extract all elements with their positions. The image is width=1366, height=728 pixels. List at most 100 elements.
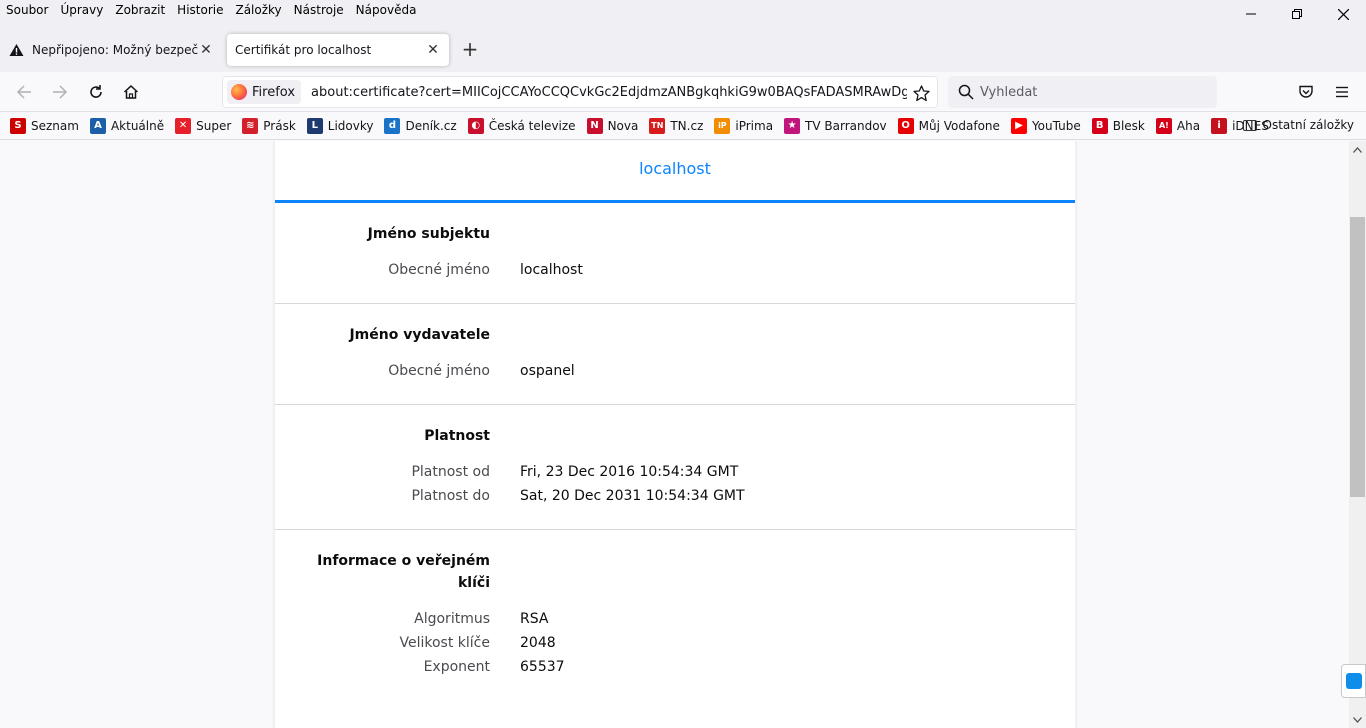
bookmark-tn-cz[interactable]: TN TN.cz — [649, 117, 703, 134]
menu-tools[interactable]: Nástroje — [288, 0, 350, 17]
menu-view[interactable]: Zobrazit — [109, 0, 171, 17]
tab-close-button[interactable]: ✕ — [198, 42, 214, 58]
bookmark-favicon-icon: S — [10, 117, 26, 134]
menu-file[interactable]: Soubor — [0, 0, 54, 17]
field-row: Velikost klíče 2048 — [275, 632, 1075, 654]
scroll-thumb[interactable] — [1350, 217, 1365, 497]
vertical-scrollbar[interactable] — [1349, 141, 1366, 728]
url-bar[interactable]: Firefox about:certificate?cert=MIICojCCA… — [222, 76, 938, 108]
tab-title: Certifikát pro localhost — [235, 43, 372, 57]
bookmark-esk-televize[interactable]: ◐ Česká televize — [467, 117, 576, 134]
bookmark-favicon-icon: d — [384, 117, 401, 134]
bookmark-label: Super — [196, 118, 232, 133]
bookmark-favicon-icon: N — [586, 117, 603, 134]
bookmark-blesk[interactable]: B Blesk — [1091, 117, 1145, 134]
bookmark-youtube[interactable]: ▶ YouTube — [1010, 117, 1081, 134]
field-row: Obecné jméno localhost — [275, 259, 1075, 281]
identity-label: Firefox — [252, 84, 296, 100]
bookmark-label: Můj Vodafone — [918, 118, 1000, 133]
menu-bar: Soubor Úpravy Zobrazit Historie Záložky … — [0, 0, 1366, 28]
bookmark-seznam[interactable]: S Seznam — [10, 117, 79, 134]
scroll-up-button[interactable] — [1349, 141, 1366, 158]
star-icon — [912, 84, 930, 101]
tab-title: Nepřipojeno: Možný bezpečnos — [32, 43, 198, 57]
search-bar[interactable] — [948, 76, 1217, 108]
minimize-button[interactable] — [1228, 0, 1274, 28]
section-title: Jméno vydavatele — [349, 327, 490, 343]
bookmark-pr-sk[interactable]: ≋ Prásk — [242, 117, 296, 134]
certificate-tab-localhost[interactable]: localhost — [275, 141, 1075, 203]
field-label: Obecné jméno — [388, 262, 490, 278]
other-bookmarks-label: Ostatní záložky — [1262, 118, 1354, 132]
folder-icon — [1242, 119, 1257, 131]
bookmark-label: Deník.cz — [405, 118, 457, 133]
app-menu-button[interactable] — [1328, 78, 1356, 106]
bookmark-favicon-icon: i — [1211, 117, 1228, 134]
field-label: Obecné jméno — [388, 363, 490, 379]
site-identity-button[interactable]: Firefox — [227, 80, 302, 104]
bookmark-favicon-icon: B — [1091, 117, 1108, 134]
reload-button[interactable] — [82, 78, 110, 106]
bookmark-favicon-icon: ★ — [784, 117, 801, 134]
bookmark-aha[interactable]: A! Aha — [1155, 117, 1201, 134]
field-label: Platnost do — [411, 488, 490, 504]
search-input[interactable] — [980, 84, 1200, 100]
minimize-icon — [1246, 13, 1256, 15]
section-title: Informace o veřejném klíči — [275, 550, 490, 594]
bookmark-den-k-cz[interactable]: d Deník.cz — [384, 117, 457, 134]
bookmark-label: TV Barrandov — [805, 118, 887, 133]
teamviewer-widget[interactable] — [1341, 664, 1366, 698]
teamviewer-icon — [1345, 673, 1362, 689]
menu-bookmarks[interactable]: Záložky — [229, 0, 287, 17]
bookmark-favicon-icon: L — [306, 117, 323, 134]
menu-history[interactable]: Historie — [171, 0, 229, 17]
bookmark-aktu-ln[interactable]: A Aktuálně — [89, 117, 164, 134]
bookmark-tv-barrandov[interactable]: ★ TV Barrandov — [784, 117, 887, 134]
bookmark-label: Seznam — [31, 118, 79, 133]
bookmark-label: iPrima — [735, 118, 774, 133]
bookmark-nova[interactable]: N Nova — [586, 117, 638, 134]
field-label: Velikost klíče — [399, 635, 491, 651]
field-value: ospanel — [520, 363, 575, 379]
reload-icon — [90, 85, 102, 98]
tab-certificate[interactable]: Certifikát pro localhost ✕ — [227, 34, 449, 66]
issuer-name-section: Jméno vydavatele Obecné jméno ospanel — [275, 304, 1075, 405]
scroll-down-button[interactable] — [1349, 711, 1366, 728]
tab-strip: Nepřipojeno: Možný bezpečnos ✕ Certifiká… — [0, 28, 1366, 72]
tab-not-connected[interactable]: Nepřipojeno: Možný bezpečnos ✕ — [0, 34, 222, 66]
field-value: 2048 — [520, 635, 556, 651]
new-tab-button[interactable]: + — [458, 38, 482, 62]
other-bookmarks-button[interactable]: Ostatní záložky — [1242, 118, 1354, 132]
field-value: Sat, 20 Dec 2031 10:54:34 GMT — [520, 488, 745, 504]
bookmark-favicon-icon: A! — [1155, 117, 1172, 134]
field-row: Algoritmus RSA — [275, 608, 1075, 630]
bookmark-star-button[interactable] — [911, 83, 931, 103]
restore-button[interactable] — [1274, 0, 1320, 28]
certificate-tab-label: localhost — [639, 159, 711, 178]
menu-help[interactable]: Nápověda — [350, 0, 423, 17]
field-value: RSA — [520, 611, 549, 627]
bookmark-iprima[interactable]: iP iPrima — [714, 117, 774, 134]
forward-button[interactable] — [46, 78, 74, 106]
bookmark-m-j-vodafone[interactable]: O Můj Vodafone — [897, 117, 1000, 134]
home-button[interactable] — [117, 78, 145, 106]
home-icon — [123, 84, 139, 99]
close-window-button[interactable] — [1320, 0, 1366, 28]
bookmark-label: Aha — [1176, 118, 1201, 133]
pocket-icon — [1299, 85, 1313, 98]
bookmark-favicon-icon: TN — [649, 117, 666, 134]
page-content: localhost Jméno subjektu Obecné jméno lo… — [0, 141, 1349, 728]
bookmark-label: YouTube — [1031, 118, 1081, 133]
section-title-line: klíči — [457, 575, 490, 591]
menu-edit[interactable]: Úpravy — [54, 0, 109, 17]
bookmark-super[interactable]: ✕ Super — [175, 117, 232, 134]
url-text[interactable]: about:certificate?cert=MIICojCCAYoCCQCvk… — [311, 85, 907, 100]
bookmark-favicon-icon: ◐ — [467, 117, 484, 134]
back-button[interactable] — [10, 78, 38, 106]
bookmark-lidovky[interactable]: L Lidovky — [306, 117, 373, 134]
bookmark-favicon-icon: ▶ — [1010, 117, 1027, 134]
arrow-left-icon — [16, 85, 31, 99]
field-label: Platnost od — [411, 464, 490, 480]
pocket-button[interactable] — [1292, 78, 1320, 106]
tab-close-button[interactable]: ✕ — [425, 42, 441, 58]
